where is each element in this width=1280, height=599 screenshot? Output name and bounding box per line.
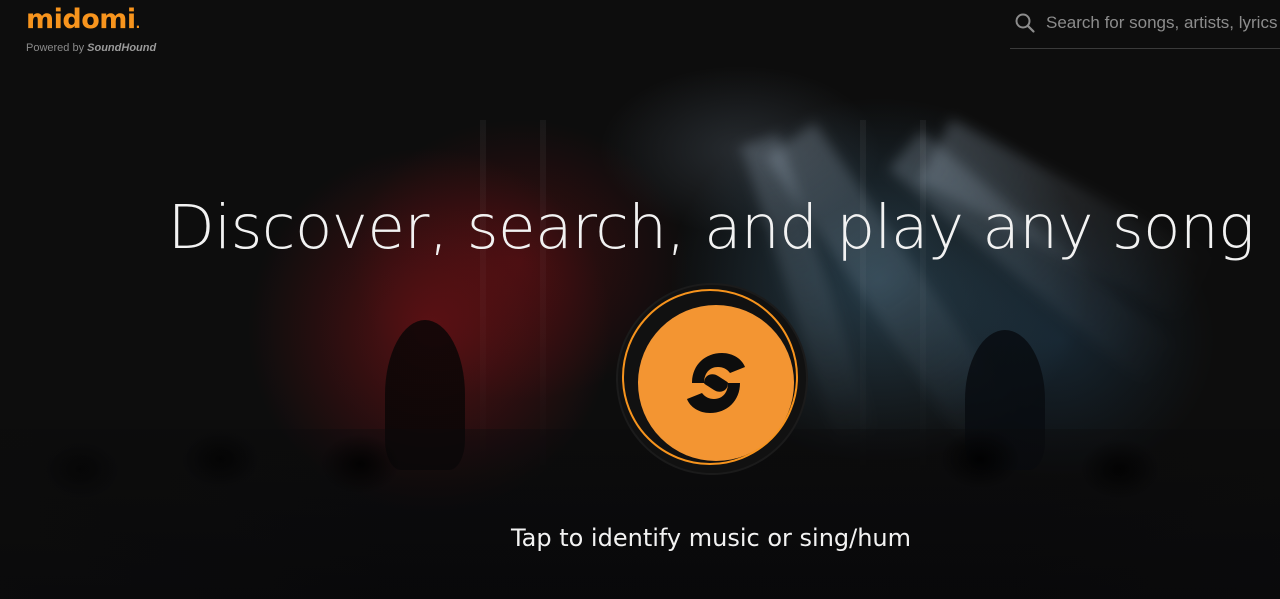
listen-button-core xyxy=(638,305,794,461)
identify-music-button[interactable] xyxy=(618,285,806,473)
identify-music-caption: Tap to identify music or sing/hum xyxy=(510,524,912,552)
hero-content: Discover, search, and play any song Tap … xyxy=(0,0,1280,599)
listen-button-ring xyxy=(622,289,798,465)
soundhound-icon xyxy=(672,339,760,427)
midomi-home-page: midomi. Powered by SoundHound Discover, … xyxy=(0,0,1280,599)
hero-headline: Discover, search, and play any song xyxy=(167,192,1255,263)
